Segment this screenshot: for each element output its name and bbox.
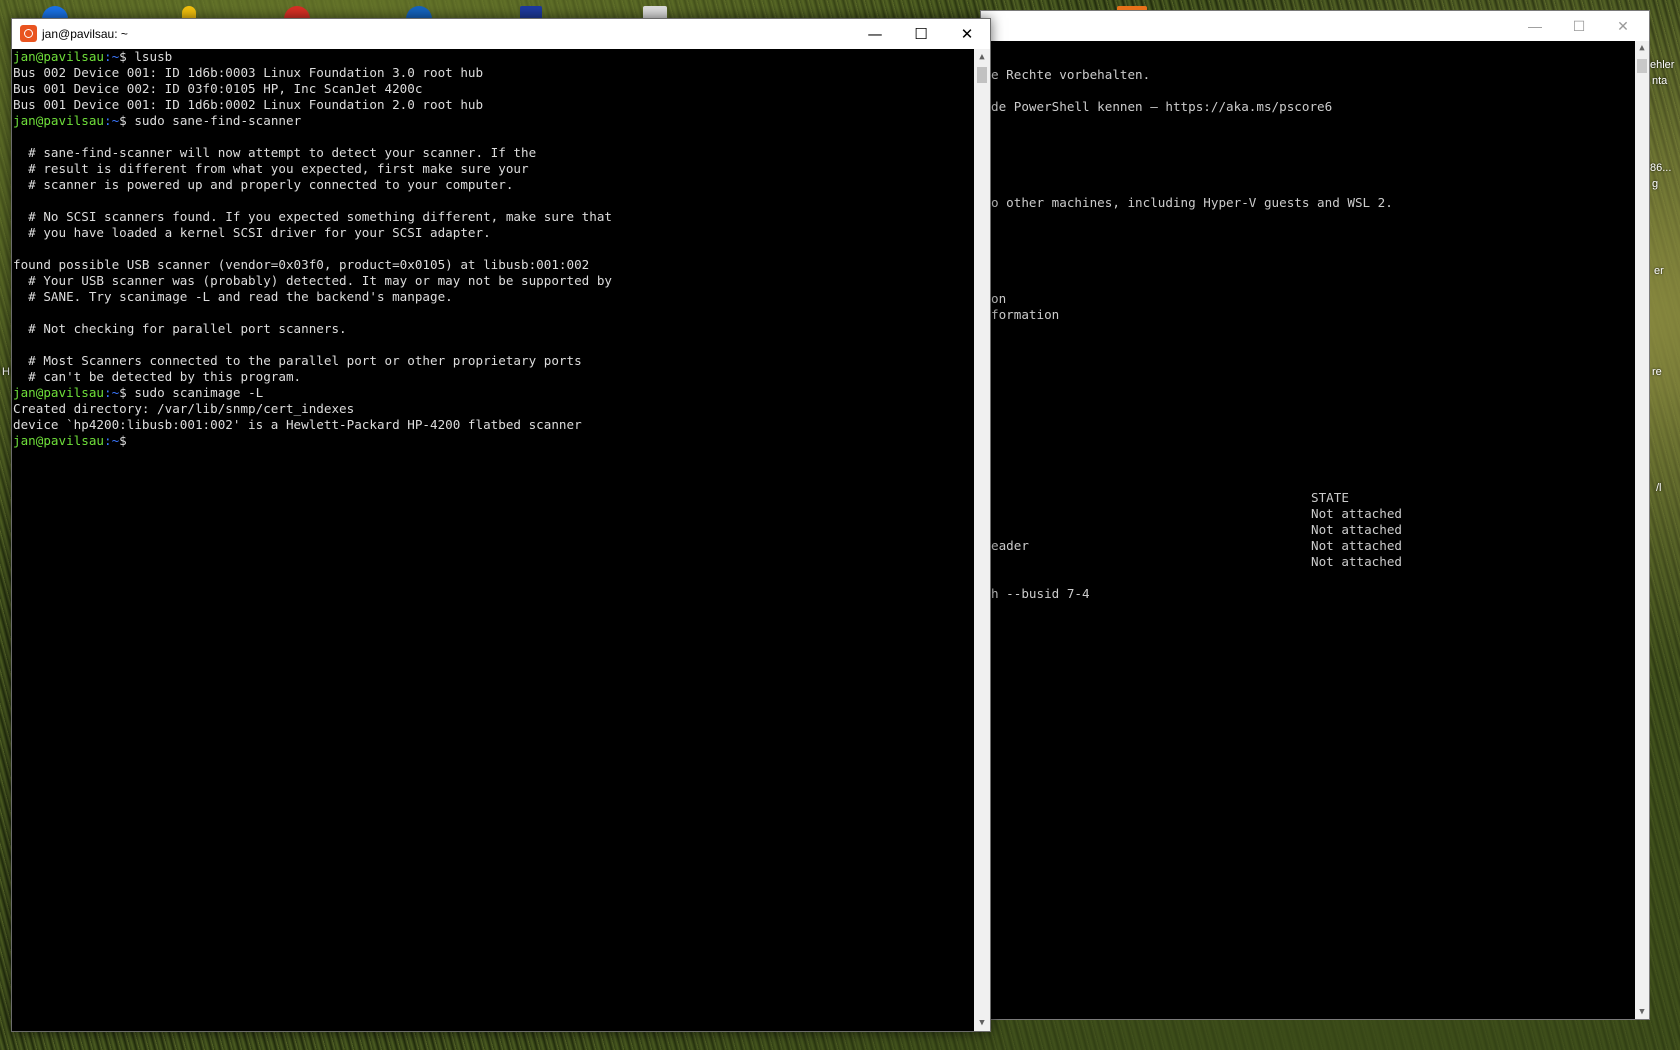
terminal-output-line: # No SCSI scanners found. If you expecte… <box>13 209 612 224</box>
prompt-symbol: $ <box>119 113 127 128</box>
desktop-label-1: ehler <box>1650 59 1675 71</box>
terminal-titlebar[interactable]: jan@pavilsau: ~ — ☐ ✕ <box>12 19 990 49</box>
terminal-output-line: # SANE. Try scanimage -L and read the ba… <box>13 289 453 304</box>
terminal-output-line: Created directory: /var/lib/snmp/cert_in… <box>13 401 355 416</box>
powershell-console[interactable]: e Rechte vorbehalten. de PowerShell kenn… <box>981 41 1635 1019</box>
prompt-symbol: $ <box>119 433 127 448</box>
desktop-label-left: H <box>2 366 10 378</box>
ps-table-cell-state: Not attached <box>1311 522 1402 537</box>
ps-table-header-state: STATE <box>1311 490 1349 505</box>
close-button[interactable]: ✕ <box>944 19 990 49</box>
terminal-command-line: jan@pavilsau:~$ sudo sane-find-scanner <box>12 113 974 129</box>
terminal-output-line: # Not checking for parallel port scanner… <box>13 321 347 336</box>
terminal-command-line: jan@pavilsau:~$ <box>12 433 974 449</box>
desktop-label-2: nta <box>1652 75 1668 87</box>
minimize-button[interactable]: — <box>852 19 898 49</box>
desktop-label-3: 86... <box>1650 162 1672 174</box>
ps-maximize-button[interactable]: ☐ <box>1559 15 1599 37</box>
powershell-titlebar[interactable]: — ☐ ✕ <box>981 11 1649 41</box>
prompt-user: jan@pavilsau <box>13 385 104 400</box>
ps-table-cell-state: Not attached <box>1311 538 1402 553</box>
terminal-output-line: Bus 001 Device 001: ID 1d6b:0002 Linux F… <box>13 97 484 112</box>
scroll-up-icon[interactable]: ▲ <box>974 49 990 65</box>
desktop-label-7: /l <box>1656 482 1662 494</box>
desktop-label-6: re <box>1652 366 1662 378</box>
desktop-label-5: er <box>1654 265 1664 277</box>
terminal-command-line: jan@pavilsau:~$ sudo scanimage -L <box>12 385 974 401</box>
terminal-output-line: device `hp4200:libusb:001:002' is a Hewl… <box>13 417 582 432</box>
terminal-window[interactable]: jan@pavilsau: ~ — ☐ ✕ jan@pavilsau:~$ ls… <box>11 18 991 1032</box>
terminal-output-line: # can't be detected by this program. <box>13 369 302 384</box>
terminal-scrollbar[interactable]: ▲ ▼ <box>974 49 990 1031</box>
terminal-output-line: found possible USB scanner (vendor=0x03f… <box>13 257 590 272</box>
prompt-path: :~ <box>104 49 120 64</box>
prompt-user: jan@pavilsau <box>13 49 104 64</box>
ps-line: de PowerShell kennen – https://aka.ms/ps… <box>991 99 1333 114</box>
command-text: sudo sane-find-scanner <box>126 113 302 128</box>
prompt-symbol: $ <box>119 385 127 400</box>
prompt-symbol: $ <box>119 49 127 64</box>
ps-line: e Rechte vorbehalten. <box>991 67 1151 82</box>
window-title: jan@pavilsau: ~ <box>42 27 128 41</box>
ps-table-cell-state: Not attached <box>1311 554 1402 569</box>
scroll-down-icon[interactable]: ▼ <box>974 1015 990 1031</box>
terminal-output-line: # scanner is powered up and properly con… <box>13 177 514 192</box>
ps-line: o other machines, including Hyper-V gues… <box>991 195 1393 210</box>
terminal-output-line: # Your USB scanner was (probably) detect… <box>13 273 612 288</box>
terminal-output-line: # sane-find-scanner will now attempt to … <box>13 145 537 160</box>
ps-close-button[interactable]: ✕ <box>1603 15 1643 37</box>
scroll-thumb[interactable] <box>977 67 987 83</box>
maximize-button[interactable]: ☐ <box>898 19 944 49</box>
ps-scroll-down-icon[interactable]: ▼ <box>1635 1005 1649 1019</box>
terminal-output-line: # result is different from what you expe… <box>13 161 529 176</box>
ps-minimize-button[interactable]: — <box>1515 15 1555 37</box>
prompt-user: jan@pavilsau <box>13 433 104 448</box>
ps-line: on <box>991 291 1007 306</box>
terminal-output-line: Bus 002 Device 001: ID 1d6b:0003 Linux F… <box>13 65 484 80</box>
command-text <box>127 433 135 448</box>
command-text: sudo scanimage -L <box>126 385 264 400</box>
ps-scroll-up-icon[interactable]: ▲ <box>1635 41 1649 55</box>
ps-table-cell-state: Not attached <box>1311 506 1402 521</box>
prompt-path: :~ <box>104 433 120 448</box>
desktop-label-4: g <box>1652 178 1659 190</box>
ps-table-cell-device: eader <box>991 538 1029 553</box>
terminal-output-line: # you have loaded a kernel SCSI driver f… <box>13 225 491 240</box>
terminal-console[interactable]: jan@pavilsau:~$ lsusb Bus 002 Device 001:… <box>12 49 974 1031</box>
ps-scroll-thumb[interactable] <box>1637 59 1647 73</box>
command-text: lsusb <box>126 49 173 64</box>
ps-line: h --busid 7-4 <box>991 586 1090 601</box>
terminal-command-line: jan@pavilsau:~$ lsusb <box>12 49 974 65</box>
terminal-output-line: # Most Scanners connected to the paralle… <box>13 353 582 368</box>
terminal-output-line: Bus 001 Device 002: ID 03f0:0105 HP, Inc… <box>13 81 423 96</box>
prompt-user: jan@pavilsau <box>13 113 104 128</box>
prompt-path: :~ <box>104 385 120 400</box>
powershell-window[interactable]: — ☐ ✕ e Rechte vorbehalten. de PowerShel… <box>980 10 1650 1020</box>
ubuntu-icon <box>20 25 37 42</box>
ps-scrollbar[interactable]: ▲ ▼ <box>1635 41 1649 1019</box>
prompt-path: :~ <box>104 113 120 128</box>
ps-line: formation <box>991 307 1060 322</box>
